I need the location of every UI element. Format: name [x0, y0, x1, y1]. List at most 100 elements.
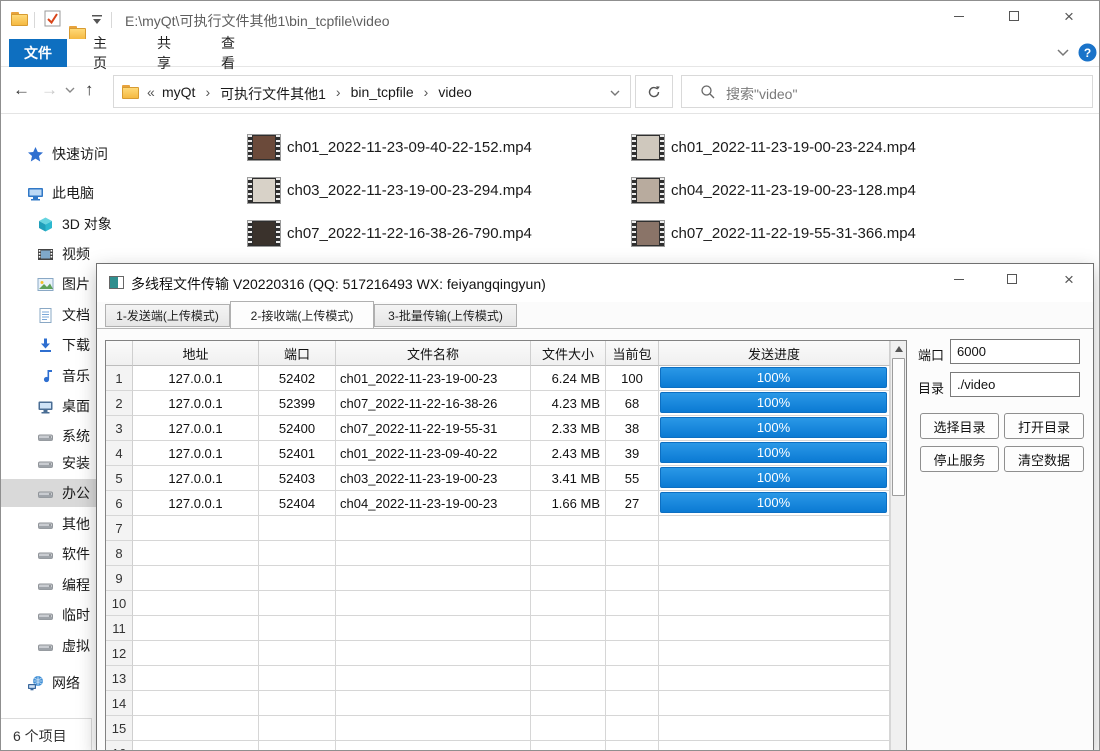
- table-row-empty[interactable]: 9: [106, 566, 890, 591]
- table-row-empty[interactable]: 8: [106, 541, 890, 566]
- dialog-titlebar: 多线程文件传输 V20220316 (QQ: 517216493 WX: fei…: [97, 264, 1093, 302]
- dialog-maximize-button[interactable]: [990, 264, 1034, 294]
- drive-icon: [37, 455, 54, 472]
- search-input[interactable]: 搜索"video": [681, 75, 1093, 108]
- transfer-table: 地址 端口 文件名称 文件大小 当前包 发送进度 1 127.0.0.1 52402 ch01_2…: [105, 340, 907, 750]
- cell-empty: [659, 541, 890, 566]
- column-header: 地址: [133, 341, 259, 366]
- ribbon-tab-3[interactable]: 查看: [207, 35, 259, 71]
- cell-empty: [659, 591, 890, 616]
- cell-empty: [606, 666, 659, 691]
- table-row-empty[interactable]: 11: [106, 616, 890, 641]
- dialog-tab-2[interactable]: 2-接收端(上传模式): [230, 301, 374, 328]
- dialog-tab-1[interactable]: 1-发送端(上传模式): [105, 304, 230, 327]
- table-scrollbar[interactable]: [890, 341, 906, 750]
- document-icon: [37, 307, 54, 324]
- table-row-empty[interactable]: 10: [106, 591, 890, 616]
- file-item[interactable]: ch07_2022-11-22-19-55-31-366.mp4: [631, 218, 916, 248]
- ribbon-tab-2[interactable]: 共享: [143, 35, 195, 71]
- dialog-tab-pane: 地址 端口 文件名称 文件大小 当前包 发送进度 1 127.0.0.1 52402 ch01_2…: [97, 328, 1093, 750]
- file-item[interactable]: ch01_2022-11-23-09-40-22-152.mp4: [247, 132, 532, 162]
- clear-data-button[interactable]: 清空数据: [1004, 446, 1084, 472]
- sidebar-item-label: 网络: [52, 675, 80, 691]
- table-row-empty[interactable]: 16: [106, 741, 890, 750]
- table-row[interactable]: 1 127.0.0.1 52402 ch01_2022-11-23-19-00-23 6…: [106, 366, 890, 391]
- qat-customize-chevron-icon[interactable]: [91, 15, 103, 25]
- open-dir-button[interactable]: 打开目录: [1004, 413, 1084, 439]
- cube-icon: [37, 216, 54, 233]
- cell-name: ch01_2022-11-23-09-40-22: [336, 441, 531, 466]
- table-row-empty[interactable]: 15: [106, 716, 890, 741]
- qat-checkbox-icon[interactable]: [44, 10, 62, 28]
- ribbon-collapse-chevron-icon[interactable]: [1057, 49, 1069, 57]
- refresh-button[interactable]: [635, 75, 673, 108]
- sidebar-item-2[interactable]: 3D 对象: [1, 210, 231, 238]
- recent-locations-chevron-icon[interactable]: [65, 87, 75, 94]
- explorer-maximize-button[interactable]: [994, 1, 1034, 31]
- dir-input[interactable]: [950, 372, 1080, 397]
- forward-button[interactable]: →: [41, 80, 58, 100]
- breadcrumb-segment[interactable]: bin_tcpfile: [351, 84, 414, 104]
- column-header: 文件名称: [336, 341, 531, 366]
- scroll-up-icon[interactable]: [891, 341, 906, 357]
- dialog-tab-3[interactable]: 3-批量传输(上传模式): [374, 304, 517, 327]
- breadcrumb[interactable]: « myQt › 可执行文件其他1 › bin_tcpfile › video: [113, 75, 631, 108]
- row-number: 14: [106, 691, 133, 716]
- table-row[interactable]: 4 127.0.0.1 52401 ch01_2022-11-23-09-40-22 2…: [106, 441, 890, 466]
- ribbon-tab-file[interactable]: 文件: [9, 39, 67, 67]
- file-item[interactable]: ch04_2022-11-23-19-00-23-128.mp4: [631, 175, 916, 205]
- table-row-empty[interactable]: 7: [106, 516, 890, 541]
- port-input[interactable]: [950, 339, 1080, 364]
- progress-bar: 100%: [660, 417, 887, 438]
- table-row[interactable]: 2 127.0.0.1 52399 ch07_2022-11-22-16-38-26 4…: [106, 391, 890, 416]
- breadcrumb-dropdown-chevron-icon[interactable]: [610, 90, 620, 97]
- row-number: 5: [106, 466, 133, 491]
- sidebar-item-label: 此电脑: [52, 185, 94, 201]
- file-item[interactable]: ch01_2022-11-23-19-00-23-224.mp4: [631, 132, 916, 162]
- dialog-close-button[interactable]: ×: [1047, 264, 1091, 294]
- cell-packet: 39: [606, 441, 659, 466]
- qat-folder-icon[interactable]: [11, 12, 28, 26]
- breadcrumb-segment[interactable]: myQt: [162, 84, 195, 104]
- row-number: 16: [106, 741, 133, 750]
- back-button[interactable]: ←: [13, 80, 30, 100]
- drive-icon: [37, 577, 54, 594]
- sidebar-item-label: 编程: [62, 577, 90, 593]
- table-row[interactable]: 3 127.0.0.1 52400 ch07_2022-11-22-19-55-31 2…: [106, 416, 890, 441]
- qat-folder2-icon[interactable]: [69, 26, 86, 40]
- drive-icon: [37, 516, 54, 533]
- statusbar: 6 个项目: [1, 718, 92, 750]
- download-icon: [37, 337, 54, 354]
- explorer-minimize-button[interactable]: [939, 1, 979, 31]
- cell-empty: [336, 616, 531, 641]
- star-icon: [27, 146, 44, 163]
- table-row-empty[interactable]: 14: [106, 691, 890, 716]
- cell-empty: [133, 716, 259, 741]
- ribbon-tab-1[interactable]: 主页: [79, 35, 131, 71]
- row-number: 13: [106, 666, 133, 691]
- dialog-minimize-button[interactable]: [937, 264, 981, 294]
- up-button[interactable]: ↑: [85, 80, 94, 100]
- choose-dir-button[interactable]: 选择目录: [920, 413, 999, 439]
- cell-empty: [659, 741, 890, 750]
- stop-service-button[interactable]: 停止服务: [920, 446, 999, 472]
- scrollbar-thumb[interactable]: [892, 358, 905, 496]
- sidebar-item-1[interactable]: 此电脑: [1, 179, 231, 207]
- table-row-empty[interactable]: 12: [106, 641, 890, 666]
- file-item[interactable]: ch03_2022-11-23-19-00-23-294.mp4: [247, 175, 532, 205]
- file-item[interactable]: ch07_2022-11-22-16-38-26-790.mp4: [247, 218, 532, 248]
- table-row[interactable]: 5 127.0.0.1 52403 ch03_2022-11-23-19-00-23 3…: [106, 466, 890, 491]
- breadcrumb-segment[interactable]: video: [438, 84, 471, 104]
- help-icon[interactable]: ?: [1078, 43, 1097, 62]
- item-count: 6 个项目: [13, 727, 67, 744]
- cell-empty: [259, 541, 336, 566]
- table-row[interactable]: 6 127.0.0.1 52404 ch04_2022-11-23-19-00-23 1…: [106, 491, 890, 516]
- sidebar-item-label: 音乐: [62, 368, 90, 384]
- sidebar-item-label: 下载: [62, 337, 90, 353]
- network-icon: [27, 675, 44, 692]
- explorer-close-button[interactable]: ×: [1049, 1, 1089, 31]
- breadcrumb-separator: ›: [335, 84, 341, 100]
- table-row-empty[interactable]: 13: [106, 666, 890, 691]
- breadcrumb-segment[interactable]: 可执行文件其他1: [220, 84, 326, 104]
- sidebar-item-0[interactable]: 快速访问: [1, 140, 231, 168]
